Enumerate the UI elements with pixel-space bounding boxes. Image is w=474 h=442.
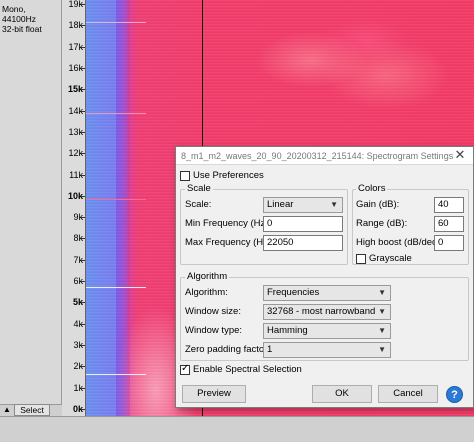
scale-label: Scale: [185, 199, 212, 210]
grayscale-label: Grayscale [369, 253, 412, 264]
ruler-tick-mark [81, 259, 85, 261]
dialog-titlebar[interactable]: 8_m1_m2_waves_20_90_20200312_215144: Spe… [176, 147, 473, 165]
algorithm-value: Frequencies [267, 287, 320, 298]
use-preferences-label: Use Preferences [193, 170, 264, 181]
algorithm-label: Algorithm: [185, 287, 228, 298]
range-label: Range (dB): [356, 218, 408, 229]
algorithm-group-title: Algorithm [185, 271, 230, 283]
spectral-selection-label: Enable Spectral Selection [193, 364, 302, 375]
ruler-tick-mark [81, 89, 85, 91]
horizontal-scrollbar-area[interactable] [0, 416, 474, 442]
zero-padding-select[interactable]: 1 ▼ [263, 342, 391, 358]
ruler-tick-mark [81, 46, 85, 48]
window-size-select[interactable]: 32768 - most narrowband ▼ [263, 304, 391, 320]
ruler-tick-mark [81, 281, 85, 283]
range-input[interactable]: 60 [434, 216, 464, 232]
track-control-panel: Mono, 44100Hz 32-bit float ▲ Select [0, 0, 62, 416]
dropdown-arrow-icon: ▼ [330, 200, 338, 209]
close-icon[interactable]: ✕ [453, 148, 467, 162]
ruler-tick-mark [81, 153, 85, 155]
use-preferences-checkbox[interactable] [180, 171, 190, 181]
window-size-label: Window size: [185, 306, 241, 317]
max-frequency-label: Max Frequency (Hz): [185, 237, 274, 248]
dropdown-arrow-icon: ▼ [378, 345, 386, 354]
spectral-line [86, 113, 146, 114]
ruler-tick-mark [81, 387, 85, 389]
scale-value: Linear [267, 199, 294, 210]
window-type-select[interactable]: Hamming ▼ [263, 323, 391, 339]
grayscale-checkbox[interactable] [356, 254, 366, 264]
ruler-tick-mark [81, 217, 85, 219]
ruler-tick-mark [81, 323, 85, 325]
min-frequency-label: Min Frequency (Hz): [185, 218, 272, 229]
spectral-line [86, 199, 146, 200]
zero-padding-value: 1 [267, 344, 273, 355]
cancel-button[interactable]: Cancel [378, 385, 438, 403]
frequency-ruler[interactable]: 19k 18k 17k 16k 15k 14k 13k 12k 11k 10k 9k 8k 7k 6k 5k… [62, 0, 86, 416]
spectrogram-settings-dialog: 8_m1_m2_waves_20_90_20200312_215144: Spe… [175, 146, 474, 408]
ruler-tick-mark [81, 366, 85, 368]
high-boost-label: High boost (dB/dec): [356, 237, 443, 248]
ruler-tick-mark [81, 67, 85, 69]
ruler-tick-mark [81, 25, 85, 27]
track-bit-depth: 32-bit float [2, 24, 42, 34]
ruler-tick-mark [81, 195, 85, 197]
ruler-tick-mark [81, 409, 85, 410]
select-track-button[interactable]: Select [14, 404, 50, 416]
help-icon[interactable]: ? [446, 386, 463, 403]
spectral-line [86, 287, 146, 288]
window-type-value: Hamming [267, 325, 308, 336]
min-frequency-input[interactable]: 0 [263, 216, 343, 232]
spectral-line [86, 22, 146, 23]
spectral-line [86, 374, 146, 375]
max-frequency-input[interactable]: 22050 [263, 235, 343, 251]
colors-group-title: Colors [356, 183, 388, 195]
ruler-tick-mark [81, 174, 85, 176]
dropdown-arrow-icon: ▼ [378, 288, 386, 297]
gain-label: Gain (dB): [356, 199, 400, 210]
ruler-tick-mark [81, 302, 85, 304]
scale-select[interactable]: Linear ▼ [263, 197, 343, 213]
ruler-tick-mark [81, 110, 85, 112]
ruler-tick-mark [81, 345, 85, 347]
dropdown-arrow-icon: ▼ [378, 326, 386, 335]
dropdown-arrow-icon: ▼ [378, 307, 386, 316]
ruler-tick-mark [81, 4, 85, 5]
ruler-tick-mark [81, 131, 85, 133]
algorithm-select[interactable]: Frequencies ▼ [263, 285, 391, 301]
collapse-arrow-icon[interactable]: ▲ [2, 405, 12, 415]
track-sample-rate: Mono, 44100Hz [2, 4, 37, 24]
ok-button[interactable]: OK [312, 385, 372, 403]
window-type-label: Window type: [185, 325, 243, 336]
scale-group-title: Scale [185, 183, 213, 195]
spectral-selection-checkbox[interactable] [180, 363, 190, 375]
zero-padding-label: Zero padding factor: [185, 344, 271, 355]
high-boost-input[interactable]: 0 [434, 235, 464, 251]
ruler-tick-mark [81, 238, 85, 240]
preview-button[interactable]: Preview [182, 385, 246, 403]
track-format-info: Mono, 44100Hz 32-bit float [2, 4, 61, 34]
window-size-value: 32768 - most narrowband [267, 306, 376, 317]
dialog-title: 8_m1_m2_waves_20_90_20200312_215144: Spe… [181, 151, 454, 161]
gain-input[interactable]: 40 [434, 197, 464, 213]
